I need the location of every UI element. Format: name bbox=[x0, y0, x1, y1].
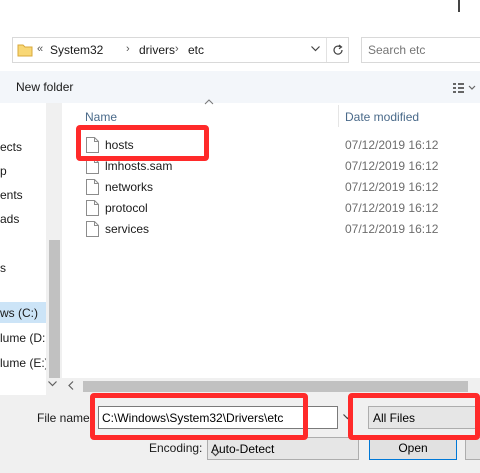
search-box[interactable] bbox=[361, 37, 480, 63]
column-divider[interactable] bbox=[338, 105, 339, 127]
breadcrumb-separator-icon[interactable]: › bbox=[126, 43, 130, 55]
file-date: 07/12/2019 16:12 bbox=[345, 180, 439, 194]
file-date: 07/12/2019 16:12 bbox=[345, 222, 439, 236]
command-bar: New folder bbox=[0, 71, 480, 103]
scroll-left-arrow-icon[interactable] bbox=[68, 381, 74, 390]
window-edge-mark bbox=[458, 0, 460, 12]
column-header-name[interactable]: Name bbox=[85, 110, 117, 124]
file-icon bbox=[86, 179, 99, 195]
breadcrumb-system32[interactable]: System32 bbox=[50, 43, 103, 57]
scroll-down-arrow-icon[interactable] bbox=[48, 381, 57, 387]
nav-scrollbar-thumb[interactable] bbox=[49, 240, 60, 378]
column-header-row: Name Date modified bbox=[62, 105, 480, 127]
file-row[interactable]: networks 07/12/2019 16:12 bbox=[62, 177, 480, 198]
nav-item[interactable]: p bbox=[0, 164, 7, 178]
file-name: protocol bbox=[105, 201, 148, 215]
view-options-icon[interactable] bbox=[452, 82, 480, 94]
highlight-file-type bbox=[348, 393, 480, 440]
column-header-date-modified[interactable]: Date modified bbox=[345, 110, 419, 124]
file-name: lmhosts.sam bbox=[105, 159, 173, 173]
file-date: 07/12/2019 16:12 bbox=[345, 138, 439, 152]
open-button[interactable]: Open bbox=[369, 437, 457, 460]
breadcrumb-drivers[interactable]: drivers bbox=[139, 43, 175, 57]
highlight-file-name bbox=[90, 393, 308, 440]
breadcrumb-separator-icon[interactable]: › bbox=[175, 43, 179, 55]
highlight-hosts bbox=[76, 125, 209, 161]
nav-item[interactable]: ects bbox=[0, 140, 22, 154]
file-date: 07/12/2019 16:12 bbox=[345, 201, 439, 215]
folder-icon bbox=[17, 44, 33, 57]
new-folder-button[interactable]: New folder bbox=[16, 80, 73, 94]
nav-item[interactable]: s bbox=[0, 261, 6, 275]
file-name: services bbox=[105, 222, 150, 236]
nav-item-drive-d[interactable]: lume (D: bbox=[0, 331, 45, 345]
file-icon bbox=[86, 221, 99, 237]
refresh-icon[interactable] bbox=[326, 38, 348, 62]
address-overflow-icon[interactable]: « bbox=[37, 43, 43, 55]
encoding-select[interactable]: Auto-Detect bbox=[207, 437, 359, 460]
address-bar[interactable]: « System32 › drivers › etc bbox=[12, 37, 349, 63]
horizontal-scrollbar-thumb[interactable] bbox=[83, 381, 468, 392]
encoding-label: Encoding: bbox=[149, 441, 203, 455]
nav-item-drive-e[interactable]: lume (E:) bbox=[0, 356, 49, 370]
breadcrumb-etc[interactable]: etc bbox=[188, 43, 204, 57]
nav-item[interactable]: ents bbox=[0, 188, 23, 202]
window-top-strip bbox=[0, 0, 480, 26]
cancel-button[interactable] bbox=[465, 437, 480, 460]
file-name: networks bbox=[105, 180, 154, 194]
file-row[interactable]: services 07/12/2019 16:12 bbox=[62, 219, 480, 240]
file-date: 07/12/2019 16:12 bbox=[345, 159, 439, 173]
chevron-down-icon bbox=[211, 442, 354, 465]
nav-item-drive-c[interactable]: ws (C:) bbox=[0, 306, 38, 320]
nav-item[interactable]: ads bbox=[0, 212, 19, 226]
file-name-label: File name: bbox=[37, 411, 94, 425]
file-row[interactable]: protocol 07/12/2019 16:12 bbox=[62, 198, 480, 219]
chevron-down-icon[interactable] bbox=[306, 38, 324, 62]
file-icon bbox=[86, 200, 99, 216]
search-input[interactable] bbox=[368, 42, 478, 58]
